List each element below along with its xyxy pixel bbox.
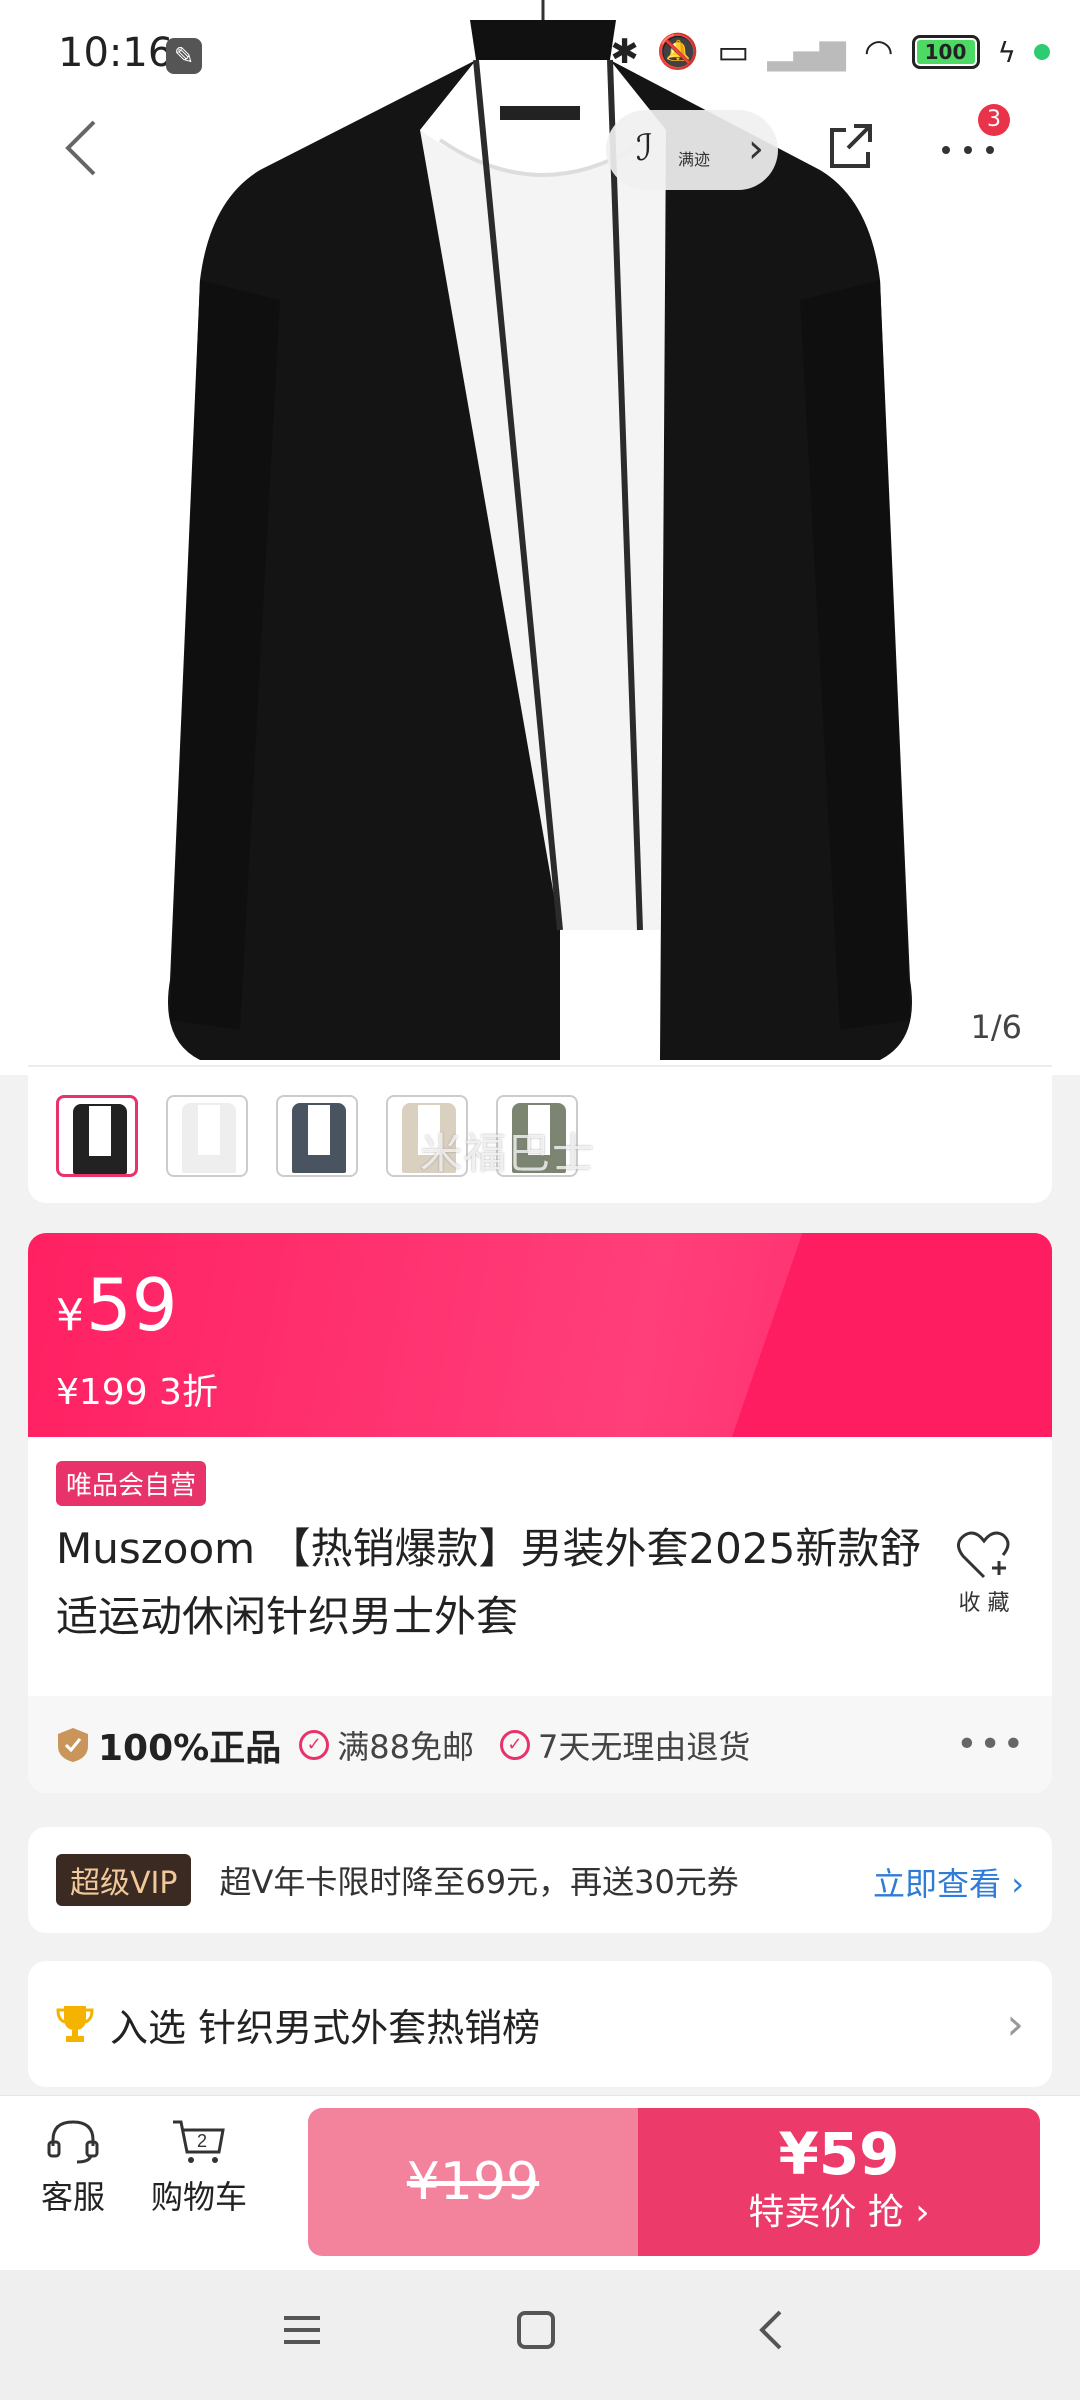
store-logo-icon: ℐ	[636, 128, 653, 169]
favorite-label: 收 藏	[958, 1591, 1010, 1616]
battery-icon: 100	[911, 35, 980, 69]
cart-label: 购物车	[150, 2178, 247, 2216]
service-label: 客服	[40, 2178, 105, 2216]
buy-label: 特卖价 抢 ›	[748, 2192, 930, 2233]
thumbnail-black[interactable]	[56, 1095, 138, 1177]
laptop-icon: ▭	[717, 32, 750, 72]
trophy-icon	[56, 2006, 94, 2042]
original-price-button[interactable]: ¥199	[308, 2108, 638, 2256]
ranking-entry[interactable]: 入选 针织男式外套热销榜 ›	[28, 1961, 1052, 2087]
image-counter: 1/6	[970, 1008, 1023, 1046]
vip-view-link[interactable]: 立即查看 ›	[873, 1859, 1024, 1905]
ranking-text: 入选 针织男式外套热销榜	[110, 2005, 541, 2050]
product-image[interactable]	[0, 0, 1080, 1075]
vip-text: 超Ⅴ年卡限时降至69元，再送30元券	[219, 1863, 739, 1901]
cart-count: 2	[197, 2131, 207, 2151]
shield-icon	[58, 1727, 88, 1762]
heart-plus-icon	[957, 1531, 1010, 1579]
thumbnail-white[interactable]	[166, 1095, 248, 1177]
self-operated-badge: 唯品会自营	[56, 1461, 207, 1506]
bluetooth-icon: ✱	[610, 32, 639, 72]
product-title: Muszoom 【热销爆款】男装外套2025新款舒适运动休闲针织男士外套	[56, 1524, 922, 1641]
check-icon: ✓	[299, 1729, 330, 1760]
original-price: ¥199 3折	[56, 1372, 218, 1413]
product-photo	[168, 0, 912, 1060]
customer-service-button[interactable]: 客服	[18, 2116, 128, 2218]
system-nav-bar	[0, 2270, 1080, 2400]
cart-button[interactable]: 2 购物车	[144, 2116, 254, 2218]
check-icon: ✓	[499, 1729, 530, 1760]
wrench-icon: ✎	[166, 38, 202, 74]
store-button[interactable]: ℐ 满迹 ›	[606, 110, 778, 190]
vip-promo[interactable]: 超级VIP 超Ⅴ年卡限时降至69元，再送30元券 立即查看 ›	[28, 1827, 1052, 1933]
chevron-right-icon: ›	[748, 126, 764, 172]
vip-tag: 超级VIP	[56, 1854, 192, 1906]
headset-icon	[47, 2120, 99, 2164]
buy-area[interactable]: ¥199 ¥59 特卖价 抢 ›	[308, 2108, 1040, 2256]
free-shipping: ✓ 满88免邮	[299, 1722, 474, 1768]
more-dots-icon[interactable]: •••	[956, 1724, 1026, 1765]
special-price: ¥59	[778, 2120, 900, 2188]
shirt-swatch	[308, 1105, 330, 1155]
product-info-card: ¥59 ¥199 3折 唯品会自营 Muszoom 【热销爆款】男装外套2025…	[28, 1233, 1052, 1793]
chevron-right-icon: ›	[1006, 1999, 1024, 2050]
active-dot-icon	[1034, 44, 1050, 60]
status-icons: ✱ 🔕 ▭ ▂▄▆ ◠ 100 ϟ	[610, 32, 1050, 72]
shirt-swatch	[198, 1105, 220, 1155]
genuine-label: 100%正品	[98, 1727, 282, 1769]
back-icon[interactable]	[62, 118, 102, 178]
status-time: 10:16	[58, 30, 174, 76]
cart-icon: 2	[173, 2120, 225, 2163]
wifi-icon: ◠	[863, 32, 894, 72]
buy-now-button[interactable]: ¥59 特卖价 抢 ›	[638, 2108, 1040, 2256]
assurance-row[interactable]: 100%正品 ✓ 满88免邮 ✓ 7天无理由退货 •••	[28, 1696, 1052, 1793]
shirt-swatch	[89, 1106, 111, 1156]
home-icon[interactable]	[516, 2310, 556, 2350]
notification-badge: 3	[978, 104, 1010, 136]
menu-icon[interactable]	[282, 2310, 322, 2350]
charging-icon: ϟ	[997, 35, 1016, 69]
mute-icon: 🔕	[656, 32, 700, 72]
favorite-button[interactable]: 收 藏	[944, 1529, 1024, 1617]
status-bar: 10:16 ✎ ✱ 🔕 ▭ ▂▄▆ ◠ 100 ϟ	[0, 0, 1080, 110]
store-name: 满迹	[678, 150, 711, 169]
thumbnail-grey-blue[interactable]	[276, 1095, 358, 1177]
watermark: 米福巴士	[420, 1129, 597, 1178]
price-banner: ¥59 ¥199 3折	[28, 1233, 1052, 1437]
share-icon[interactable]	[824, 118, 880, 174]
returns-policy: ✓ 7天无理由退货	[499, 1722, 750, 1768]
back-nav-icon[interactable]	[752, 2310, 792, 2350]
bottom-action-bar: 客服 2 购物车 ¥199 ¥59 特卖价 抢 ›	[0, 2095, 1080, 2270]
current-price: ¥59	[56, 1263, 178, 1347]
signal-icon: ▂▄▆	[767, 32, 846, 72]
